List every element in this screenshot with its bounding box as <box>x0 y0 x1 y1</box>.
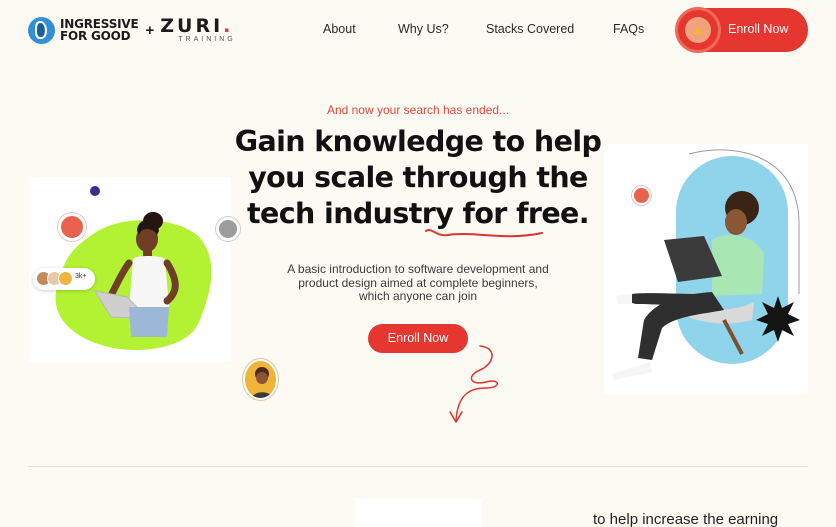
nav-enroll-label: Enroll Now <box>728 22 789 36</box>
ingressive-logo-text: INGRESSIVE FOR GOOD <box>60 17 139 43</box>
section-partial-text: to help increase the earning <box>593 511 779 527</box>
decorative-dot-grey <box>216 217 240 241</box>
nav-link-about[interactable]: About <box>323 22 356 36</box>
decorative-dot-red <box>632 186 651 205</box>
section-divider <box>28 466 808 467</box>
hero-headline: Gain knowledge to help you scale through… <box>234 125 602 230</box>
learner-count: 3k+ <box>75 273 87 280</box>
right-hero-card <box>604 144 808 394</box>
hero-tagline: And now your search has ended... <box>326 103 510 117</box>
thumbs-up-icon: ▲ <box>685 17 711 43</box>
logo-plus: + <box>145 21 155 39</box>
section-image-placeholder <box>354 498 482 527</box>
zuri-logo: ZURI. TRAINING <box>160 14 236 43</box>
nav-link-why-us[interactable]: Why Us? <box>398 22 449 36</box>
decorative-dot-red <box>58 213 86 241</box>
nav-link-stacks-covered[interactable]: Stacks Covered <box>486 22 574 36</box>
learner-avatars-badge: 3k+ <box>33 268 95 290</box>
hero-description: A basic introduction to software develop… <box>287 262 549 303</box>
man-with-laptop-image <box>612 149 800 380</box>
top-navigation: INGRESSIVE FOR GOOD + ZURI. TRAINING Abo… <box>0 0 836 62</box>
avatar <box>58 271 73 286</box>
brand-logo[interactable]: INGRESSIVE FOR GOOD + ZURI. TRAINING <box>28 15 236 45</box>
floating-avatar <box>243 359 278 400</box>
decorative-dot-purple <box>90 186 100 196</box>
nav-link-faqs[interactable]: FAQs <box>613 22 644 36</box>
arrow-doodle <box>449 345 498 423</box>
underline-squiggle <box>425 229 543 238</box>
globe-icon <box>28 16 55 44</box>
nav-enroll-button[interactable]: ▲ Enroll Now <box>675 7 808 53</box>
